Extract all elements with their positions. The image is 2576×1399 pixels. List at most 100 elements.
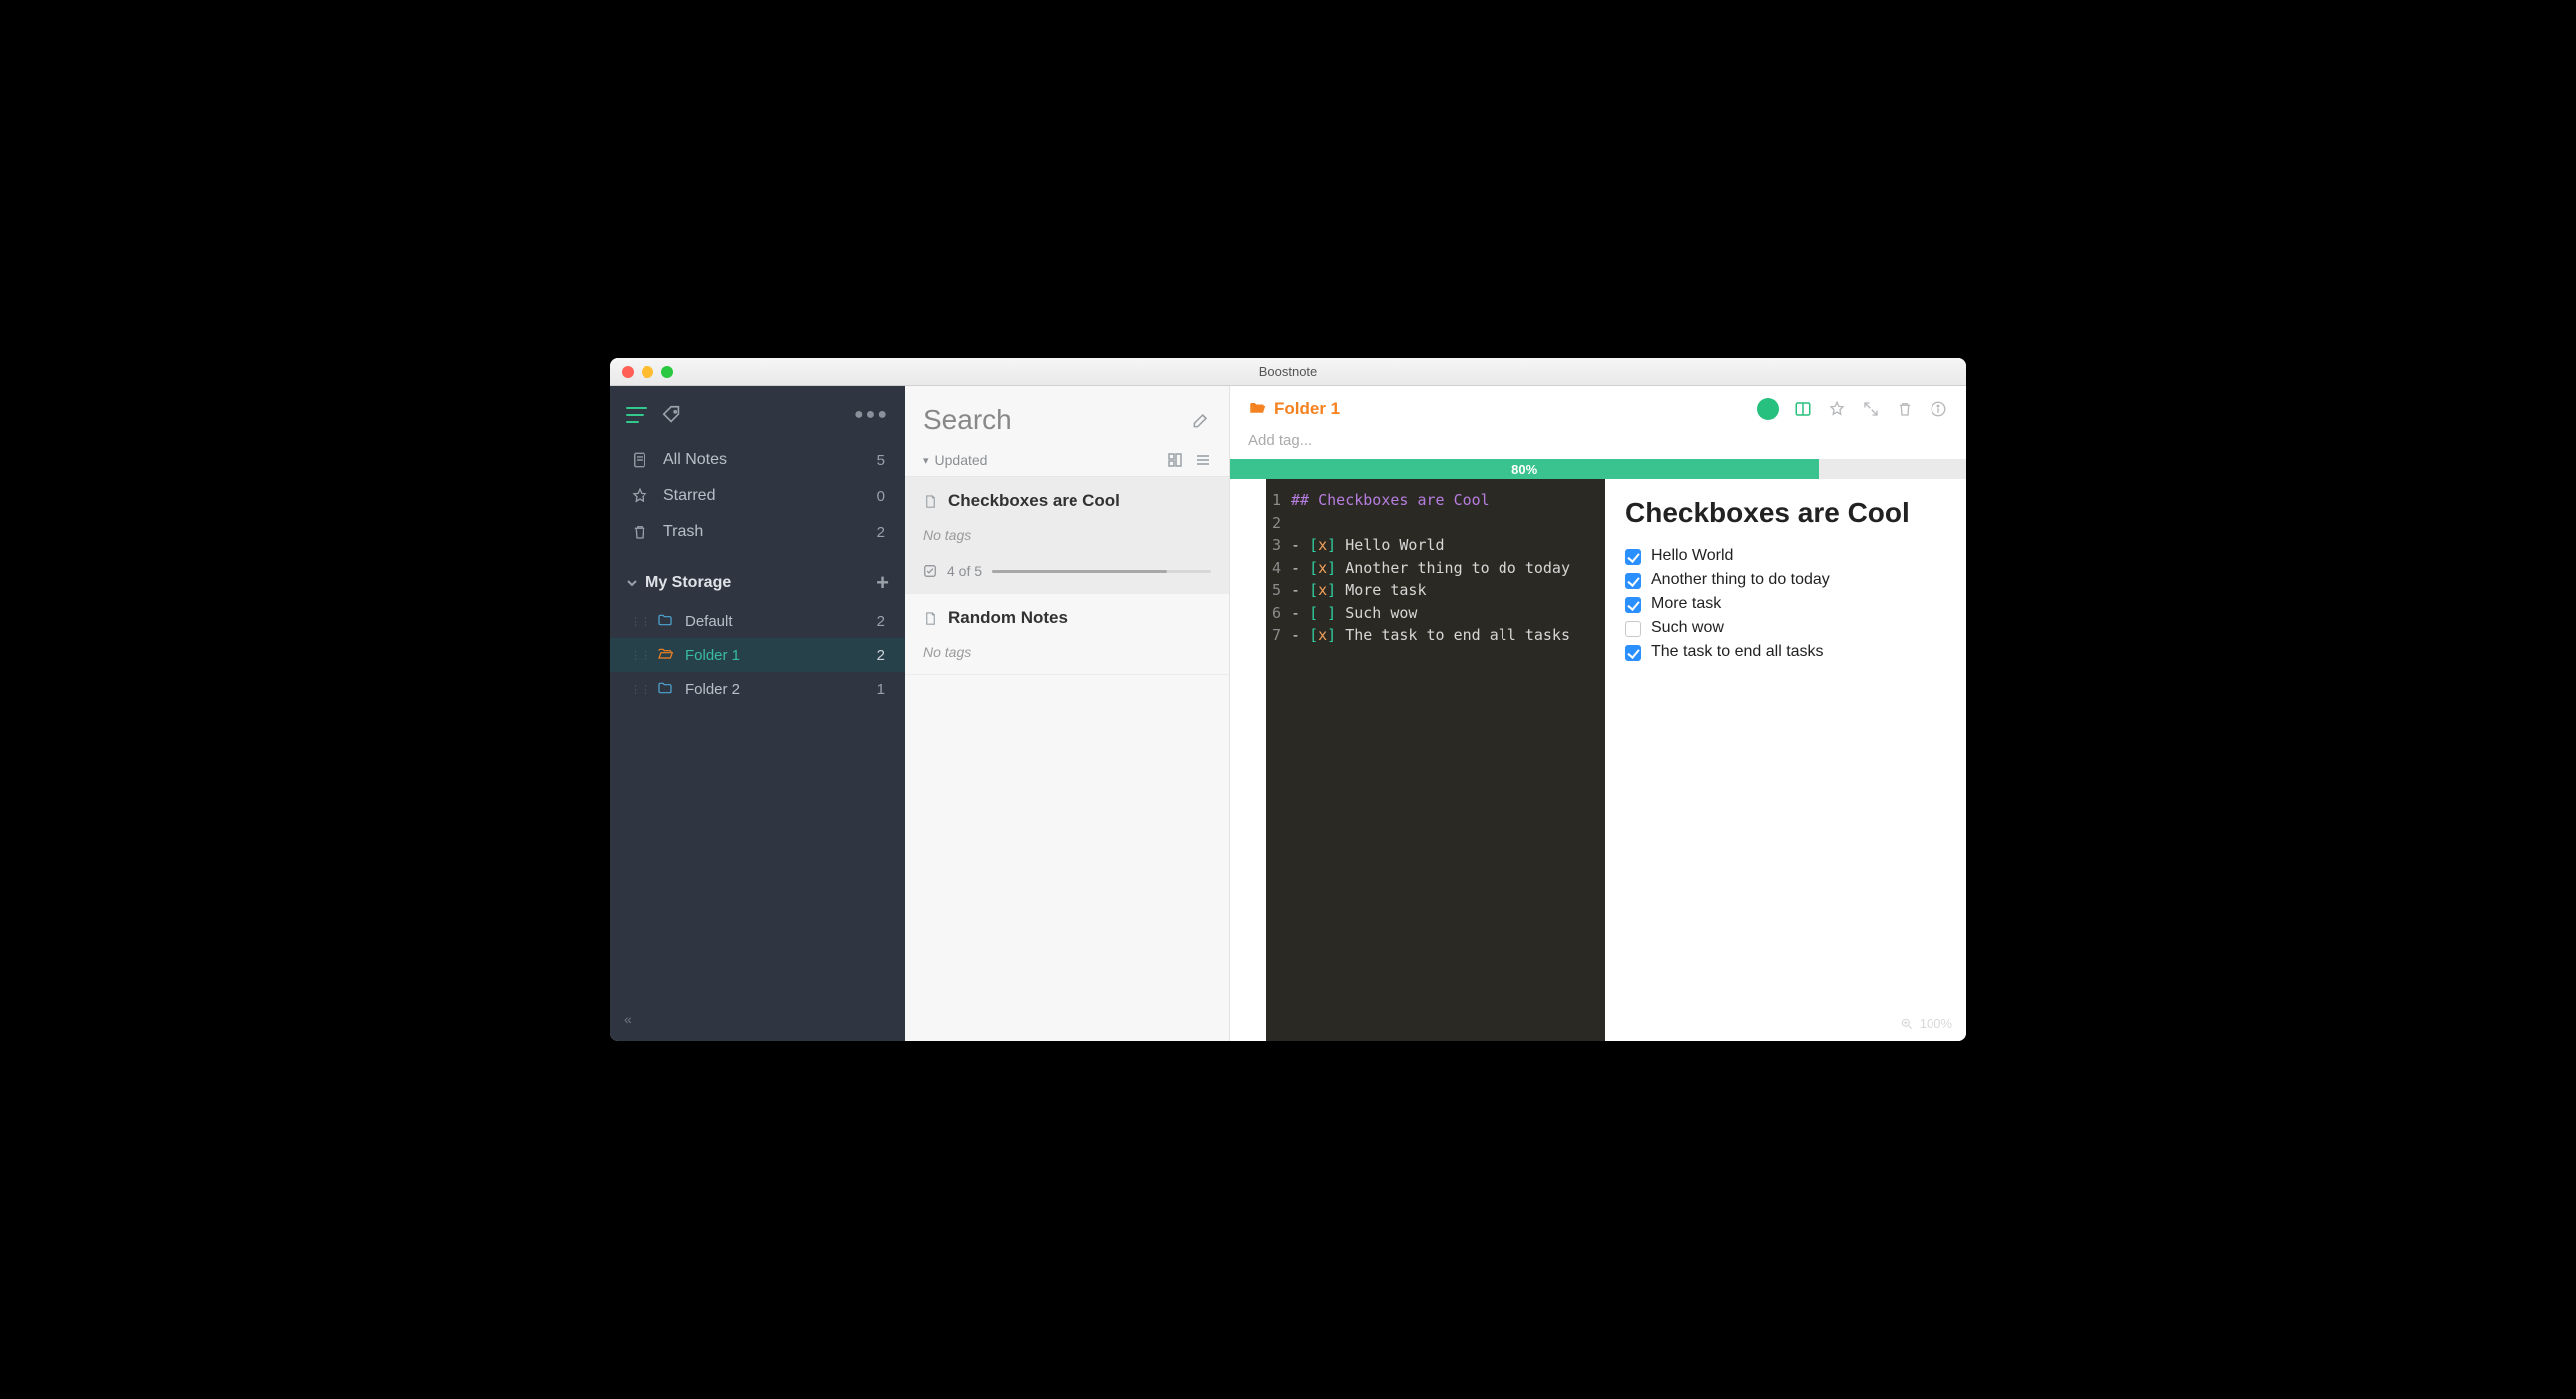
editor-body: 1234567 ## Checkboxes are Cool - [x] Hel… [1230,479,1966,1041]
note-title: Random Notes [948,608,1068,628]
storage-header[interactable]: My Storage + [610,556,905,604]
tag-input[interactable]: Add tag... [1230,432,1966,459]
drag-handle-icon[interactable]: ⋮⋮ [630,649,651,662]
sidebar-item-all-notes[interactable]: All Notes 5 [610,442,905,478]
folder-count: 2 [877,613,885,630]
folder-open-icon [1248,400,1266,418]
editor-panel: Folder 1 [1230,386,1966,1041]
document-icon [923,494,938,509]
sidebar-top: ●●● [610,386,905,436]
folder-item-folder-2[interactable]: ⋮⋮ Folder 2 1 [610,672,905,705]
folder-count: 2 [877,647,885,664]
folder-icon [657,612,675,630]
note-tags: No tags [923,644,1211,660]
drag-handle-icon[interactable]: ⋮⋮ [630,683,651,696]
checkbox[interactable] [1625,597,1641,613]
zoom-icon [1900,1017,1914,1031]
markdown-preview: Checkboxes are Cool Hello World Another t… [1605,479,1966,1041]
folder-label: Default [685,613,733,630]
sidebar-nav: All Notes 5 Starred 0 Trash 2 [610,436,905,556]
sort-label: Updated [935,452,988,468]
sidebar-item-label: Trash [663,523,703,541]
checkbox[interactable] [1625,573,1641,589]
note-title: Checkboxes are Cool [948,491,1120,511]
view-compact-icon[interactable] [1167,452,1183,468]
mini-progress-bar [992,570,1211,573]
sidebar-item-count: 2 [877,524,885,541]
sidebar-item-count: 5 [877,452,885,469]
close-window-button[interactable] [622,366,634,378]
starred-icon [630,486,649,506]
breadcrumb-folder[interactable]: Folder 1 [1248,399,1340,419]
add-folder-button[interactable]: + [876,570,889,596]
sidebar-item-trash[interactable]: Trash 2 [610,514,905,550]
minimize-window-button[interactable] [642,366,653,378]
markdown-editor[interactable]: 1234567 ## Checkboxes are Cool - [x] Hel… [1266,479,1605,1041]
note-progress-bar: 80% [1230,459,1966,479]
checkbox[interactable] [1625,549,1641,565]
progress-label: 80% [1511,462,1537,477]
preview-heading: Checkboxes are Cool [1625,497,1946,529]
checklist-item[interactable]: More task [1625,595,1946,613]
progress-fill: 80% [1230,459,1819,479]
view-list-icon[interactable] [1195,452,1211,468]
line-gutter: 1234567 [1272,489,1291,1031]
folder-icon [657,646,675,664]
code-lines[interactable]: ## Checkboxes are Cool - [x] Hello World… [1291,489,1593,1031]
zoom-control[interactable]: 100% [1900,1016,1952,1031]
note-card-random[interactable]: Random Notes No tags [905,594,1229,675]
star-button[interactable] [1827,399,1847,419]
folder-count: 1 [877,681,885,698]
color-indicator[interactable] [1757,398,1779,420]
note-card-checkboxes[interactable]: Checkboxes are CoolNo tags4 of 5 [905,477,1229,594]
sidebar-item-count: 0 [877,488,885,505]
folder-item-default[interactable]: ⋮⋮ Default 2 [610,604,905,638]
folder-item-folder-1[interactable]: ⋮⋮ Folder 1 2 [610,638,905,672]
chevron-down-icon [626,577,638,589]
checklist-item[interactable]: Such wow [1625,619,1946,637]
all-notes-icon [630,450,649,470]
note-list-panel: Search ▾ Updated Checkboxes are CoolNo t [905,386,1230,1041]
sidebar-item-label: All Notes [663,451,727,469]
trash-icon [630,522,649,542]
sidebar-item-label: Starred [663,487,715,505]
window-title: Boostnote [610,364,1966,379]
window-controls [622,366,673,378]
fullscreen-button[interactable] [1861,399,1881,419]
folder-label: Folder 2 [685,681,740,698]
folder-list: ⋮⋮ Default 2 ⋮⋮ Folder 1 2 ⋮⋮ Folder 2 1 [610,604,905,705]
split-view-button[interactable] [1793,399,1813,419]
more-menu-icon[interactable]: ●●● [854,406,889,424]
titlebar[interactable]: Boostnote [610,358,1966,386]
folder-icon [657,680,675,698]
trash-button[interactable] [1895,399,1915,419]
checklist-item[interactable]: The task to end all tasks [1625,643,1946,661]
sort-bar[interactable]: ▾ Updated [905,442,1229,477]
checklist-item[interactable]: Hello World [1625,547,1946,565]
checklist-item[interactable]: Another thing to do today [1625,571,1946,589]
zoom-window-button[interactable] [661,366,673,378]
storage-label: My Storage [645,574,731,592]
tag-icon[interactable] [661,404,683,426]
menu-icon[interactable] [626,407,647,423]
drag-handle-icon[interactable]: ⋮⋮ [630,615,651,628]
app-window: Boostnote ●●● All Notes 5 Starred 0 Trash 2 M… [610,358,1966,1041]
checkbox[interactable] [1625,621,1641,637]
new-note-button[interactable] [1191,410,1211,430]
checklist-text: Such wow [1651,619,1724,637]
note-list-header: Search [905,386,1229,442]
search-input[interactable]: Search [923,404,1191,436]
folder-label: Folder 1 [1274,399,1340,419]
checkbox[interactable] [1625,645,1641,661]
checklist-text: More task [1651,595,1721,613]
chevron-down-icon: ▾ [923,454,929,467]
note-cards: Checkboxes are CoolNo tags4 of 5Random N… [905,477,1229,675]
editor-actions [1757,398,1948,420]
preview-checklist: Hello World Another thing to do today More… [1625,547,1946,661]
sidebar-item-starred[interactable]: Starred 0 [610,478,905,514]
info-button[interactable] [1929,399,1948,419]
checklist-text: Another thing to do today [1651,571,1830,589]
collapse-sidebar-button[interactable]: « [624,1011,632,1027]
folder-label: Folder 1 [685,647,740,664]
note-progress: 4 of 5 [923,563,1211,579]
